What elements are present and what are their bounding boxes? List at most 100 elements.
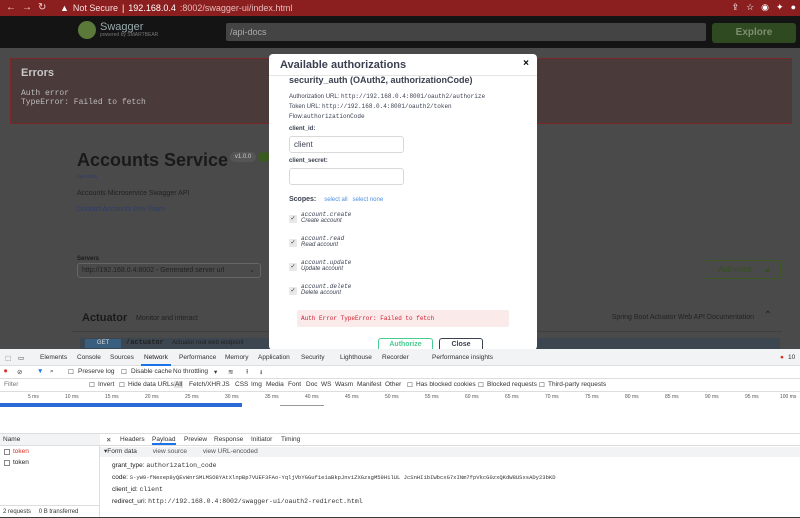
device-icon[interactable]: ▭ bbox=[18, 354, 24, 362]
tab-memory[interactable]: Memory bbox=[225, 354, 248, 361]
request-row[interactable]: token bbox=[4, 459, 29, 466]
filter-input[interactable]: Filter bbox=[4, 381, 18, 388]
client-id-input[interactable]: client bbox=[289, 136, 404, 153]
checkmark-icon[interactable]: ✓ bbox=[289, 287, 297, 295]
view-source-link[interactable]: view source bbox=[153, 448, 187, 455]
extension-icon[interactable]: ◉ bbox=[761, 2, 769, 13]
reload-icon[interactable]: ↻ bbox=[38, 2, 46, 13]
method-badge: GET bbox=[85, 339, 121, 348]
swagger-logo[interactable]: Swagger powered by SMARTBEAR bbox=[78, 21, 158, 39]
tab-performance[interactable]: Performance bbox=[179, 354, 216, 361]
tab-sources[interactable]: Sources bbox=[110, 354, 134, 361]
throttling-select[interactable]: No throttling bbox=[173, 368, 208, 375]
request-row[interactable]: token bbox=[4, 448, 29, 455]
filter-wasm[interactable]: Wasm bbox=[335, 381, 353, 388]
record-icon[interactable]: ⏺ bbox=[4, 368, 7, 376]
docs-link[interactable]: /api-docs bbox=[77, 174, 97, 180]
tab-initiator[interactable]: Initiator bbox=[251, 436, 272, 443]
explore-button[interactable]: Explore bbox=[712, 23, 796, 43]
address-bar[interactable]: ▲ Not Secure | 192.168.0.4:8002/swagger-… bbox=[60, 2, 660, 14]
filter-other[interactable]: Other bbox=[385, 381, 401, 388]
tab-performance-insights[interactable]: Performance insights bbox=[432, 354, 493, 361]
scope-item[interactable]: ✓ account.delete Delete account bbox=[289, 283, 389, 303]
select-none-link[interactable]: select none bbox=[352, 197, 383, 203]
checkmark-icon[interactable]: ✓ bbox=[289, 263, 297, 271]
authorize-button[interactable]: Authorize 🔓︎ bbox=[705, 260, 781, 279]
tab-console[interactable]: Console bbox=[77, 354, 101, 361]
timeline-bar bbox=[0, 403, 242, 407]
devtools-panel: ⬚ ▭ Elements Console Sources Network Per… bbox=[0, 349, 800, 517]
filter-doc[interactable]: Doc bbox=[306, 381, 318, 388]
tab-headers[interactable]: Headers bbox=[120, 436, 145, 443]
name-column-header[interactable]: Name bbox=[0, 434, 100, 446]
view-url-encoded-link[interactable]: view URL-encoded bbox=[203, 448, 258, 455]
filter-fetch-xhr[interactable]: Fetch/XHR bbox=[189, 381, 221, 388]
wifi-icon[interactable]: ≋ bbox=[228, 368, 233, 376]
scope-item[interactable]: ✓ account.read Read account bbox=[289, 235, 389, 255]
filter-ws[interactable]: WS bbox=[321, 381, 331, 388]
invert-checkbox[interactable]: ☐ bbox=[89, 381, 95, 389]
tab-response[interactable]: Response bbox=[214, 436, 243, 443]
close-icon[interactable]: ✕ bbox=[106, 436, 111, 444]
share-icon[interactable]: ⇪ bbox=[732, 2, 740, 13]
tab-elements[interactable]: Elements bbox=[40, 354, 67, 361]
star-icon[interactable]: ☆ bbox=[746, 2, 754, 13]
filter-all[interactable]: All bbox=[174, 381, 184, 388]
third-party-checkbox[interactable]: ☐ bbox=[539, 381, 545, 389]
close-icon[interactable]: × bbox=[523, 58, 529, 69]
payload-key: code: bbox=[112, 474, 128, 481]
filter-icon[interactable]: ▼ bbox=[37, 368, 43, 375]
contact-link[interactable]: Contact Accounts Dev Team bbox=[77, 206, 165, 213]
tab-preview[interactable]: Preview bbox=[184, 436, 207, 443]
filter-css[interactable]: CSS bbox=[235, 381, 248, 388]
file-icon bbox=[4, 459, 10, 466]
blocked-cookies-checkbox[interactable]: ☐ bbox=[407, 381, 413, 389]
client-id-label: client_id: bbox=[289, 126, 316, 132]
servers-select[interactable]: http://192.168.0.4:8002 - Generated serv… bbox=[77, 263, 261, 278]
filter-font[interactable]: Font bbox=[288, 381, 301, 388]
forward-icon[interactable]: → bbox=[22, 2, 32, 13]
clear-icon[interactable]: ⊘ bbox=[17, 368, 22, 376]
tab-timing[interactable]: Timing bbox=[281, 436, 300, 443]
tick-label: 95 ms bbox=[745, 394, 759, 400]
version-badge: v1.0.0 bbox=[230, 152, 256, 162]
download-icon[interactable]: ⭳ bbox=[260, 368, 262, 379]
network-timeline[interactable]: 5 ms 10 ms 15 ms 20 ms 25 ms 30 ms 35 ms… bbox=[0, 392, 800, 434]
scope-name: account.create bbox=[301, 211, 352, 218]
checkmark-icon[interactable]: ✓ bbox=[289, 239, 297, 247]
tab-recorder[interactable]: Recorder bbox=[382, 354, 409, 361]
blocked-requests-checkbox[interactable]: ☐ bbox=[478, 381, 484, 389]
hide-data-urls-checkbox[interactable]: ☐ bbox=[119, 381, 125, 389]
search-icon[interactable]: ⌕ bbox=[50, 368, 54, 376]
client-secret-input[interactable] bbox=[289, 168, 404, 185]
modal-authorize-button[interactable]: Authorize bbox=[378, 338, 433, 349]
modal-close-button[interactable]: Close bbox=[439, 338, 483, 349]
upload-icon[interactable]: ⭱ bbox=[246, 368, 248, 379]
tab-payload[interactable]: Payload bbox=[152, 436, 176, 445]
tab-application[interactable]: Application bbox=[258, 354, 290, 361]
issue-icon[interactable]: ● bbox=[780, 354, 784, 361]
actuator-external-doc[interactable]: Spring Boot Actuator Web API Documentati… bbox=[612, 314, 754, 321]
scope-description: Update account bbox=[301, 266, 344, 272]
inspect-icon[interactable]: ⬚ bbox=[5, 354, 11, 362]
api-url-input[interactable]: /api-docs bbox=[226, 23, 706, 41]
back-icon[interactable]: ← bbox=[6, 2, 16, 13]
checkmark-icon[interactable]: ✓ bbox=[289, 215, 297, 223]
puzzle-icon[interactable]: ✦ bbox=[776, 2, 784, 13]
filter-img[interactable]: Img bbox=[251, 381, 262, 388]
profile-icon[interactable]: ● bbox=[791, 2, 796, 13]
tab-lighthouse[interactable]: Lighthouse bbox=[340, 354, 372, 361]
select-all-link[interactable]: select all bbox=[324, 197, 347, 203]
filter-media[interactable]: Media bbox=[266, 381, 284, 388]
tab-network[interactable]: Network bbox=[144, 354, 168, 361]
scope-item[interactable]: ✓ account.create Create account bbox=[289, 211, 389, 231]
filter-manifest[interactable]: Manifest bbox=[357, 381, 382, 388]
tab-security[interactable]: Security bbox=[301, 354, 324, 361]
disable-cache-checkbox[interactable]: ☐ bbox=[121, 368, 127, 376]
chevron-up-icon[interactable]: ⌃ bbox=[764, 310, 772, 321]
form-data-header[interactable]: ▾Form data view source view URL-encoded bbox=[100, 447, 800, 457]
filter-js[interactable]: JS bbox=[222, 381, 230, 388]
tick-label: 15 ms bbox=[105, 394, 119, 400]
preserve-log-checkbox[interactable]: ☐ bbox=[68, 368, 74, 376]
scope-item[interactable]: ✓ account.update Update account bbox=[289, 259, 389, 279]
